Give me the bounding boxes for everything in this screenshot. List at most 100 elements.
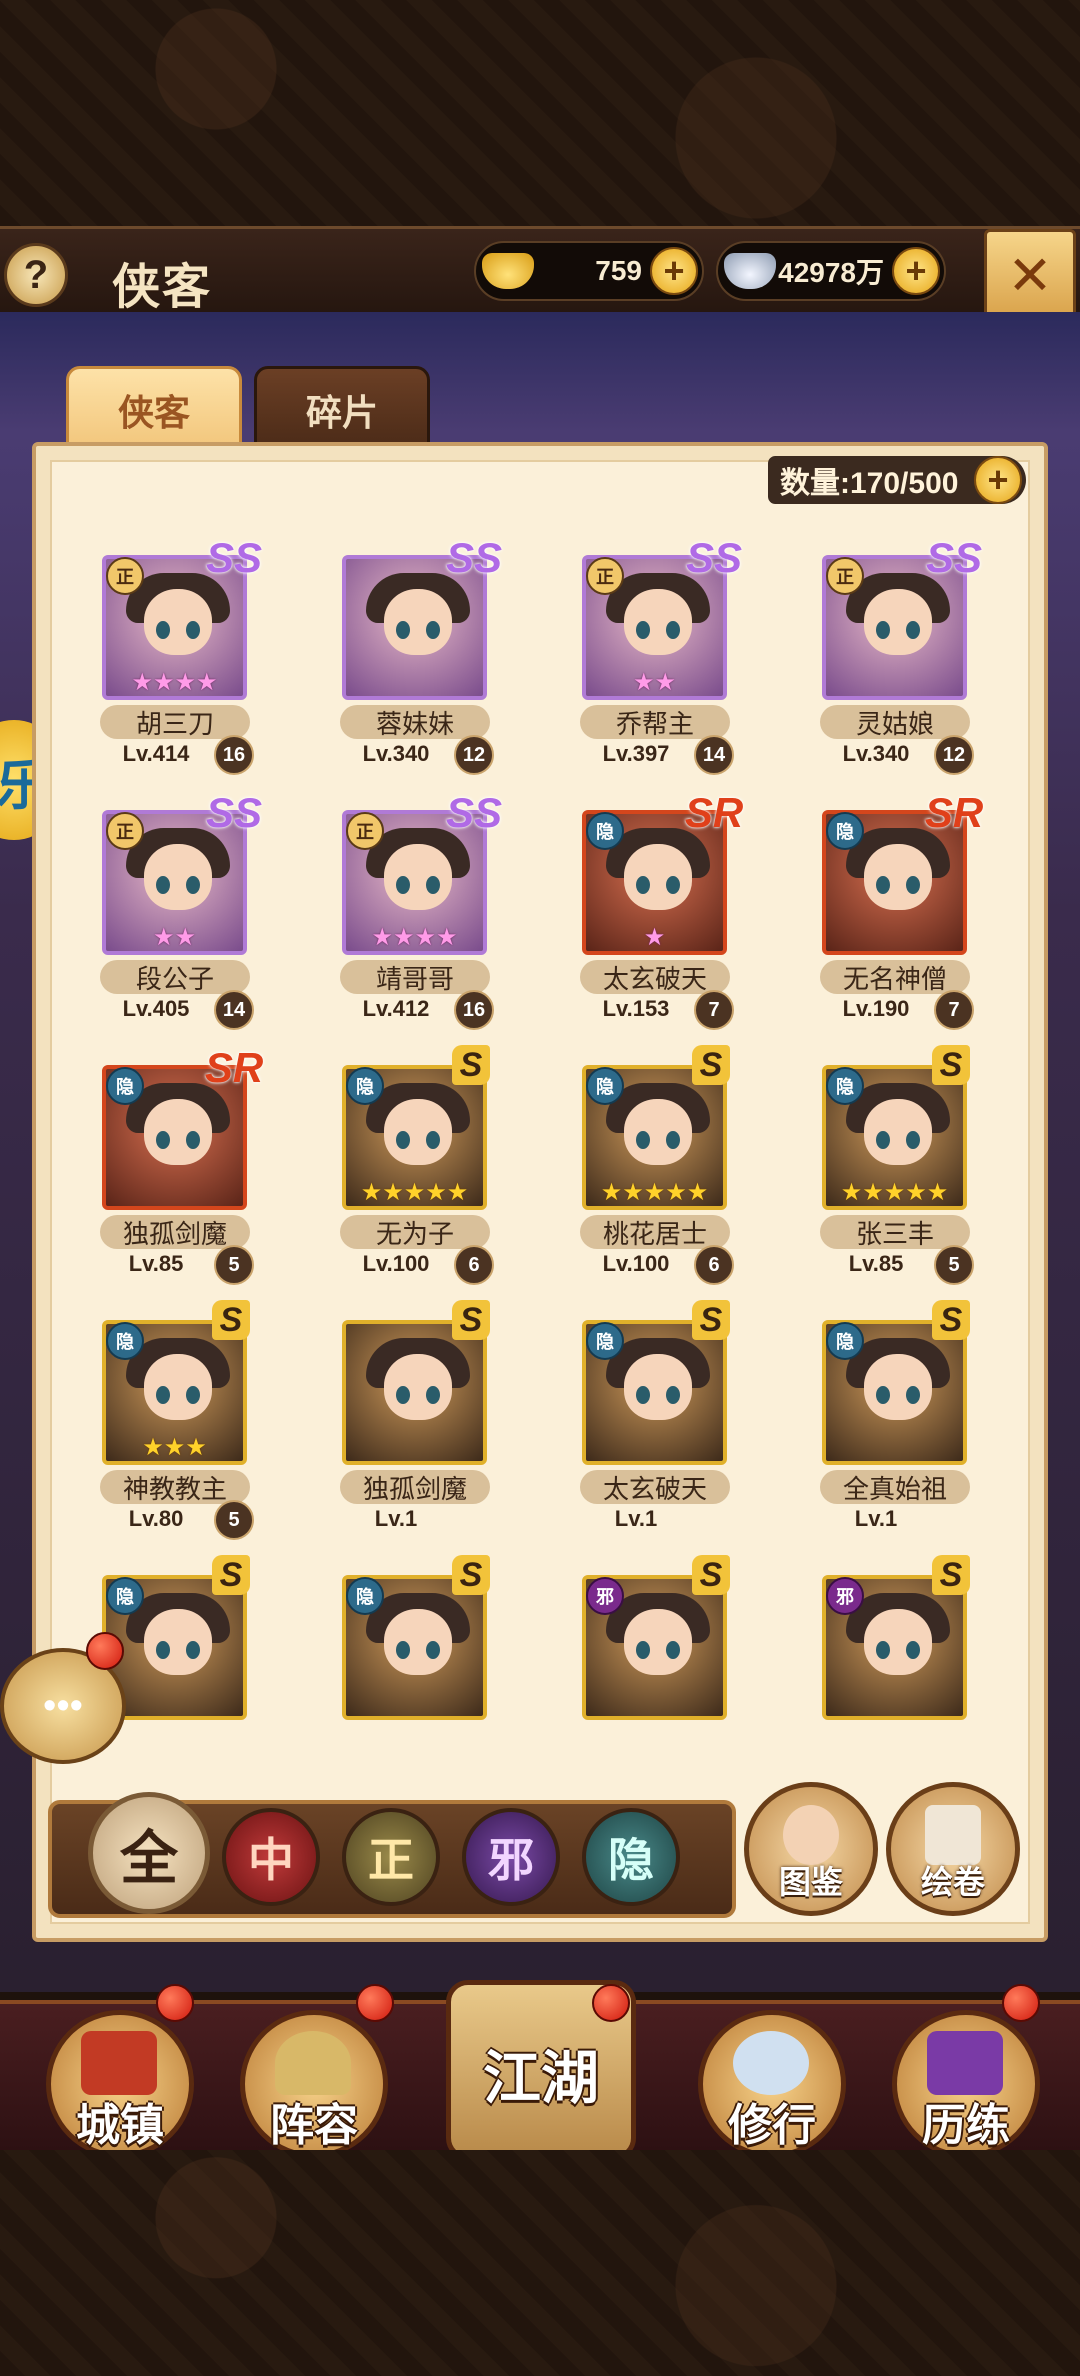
grade-badge: S: [932, 1300, 970, 1340]
portrait-eye: [876, 621, 890, 639]
star-rating: ★★★★★: [360, 1178, 469, 1206]
picture-scroll-button[interactable]: 绘卷: [886, 1782, 1020, 1916]
portrait-eye: [876, 1386, 890, 1404]
hero-card[interactable]: 正 SS 灵姑娘 Lv.340 12: [770, 535, 982, 780]
nav-lineup-button[interactable]: 阵容: [240, 2010, 388, 2158]
gold-ingot-icon: [482, 253, 534, 289]
breakthrough-badge: 16: [214, 735, 254, 775]
atlas-button[interactable]: 图鉴: [744, 1782, 878, 1916]
hero-name: 蓉妹妹: [340, 705, 490, 739]
hero-card[interactable]: 隐 S ★★★★★ 桃花居士 Lv.100 6: [530, 1045, 734, 1290]
grade-badge: SR: [684, 789, 744, 836]
portrait-eye: [156, 1131, 170, 1149]
portrait-eye: [396, 876, 410, 894]
star-rating: ★★★★: [131, 668, 218, 696]
portrait-eye: [876, 876, 890, 894]
portrait-eye: [396, 1386, 410, 1404]
breakthrough-badge: 12: [454, 735, 494, 775]
filter-all-button[interactable]: 全: [88, 1792, 210, 1914]
tab-fragments[interactable]: 碎片: [254, 366, 430, 454]
hero-card[interactable]: 正 SS ★★★★ 靖哥哥 Lv.412 16: [290, 789, 502, 1035]
grade-badge: S: [692, 1045, 730, 1085]
silver-currency: 42978万 +: [716, 241, 946, 301]
portrait-eye: [876, 1641, 890, 1659]
nav-cultivate-label: 修行: [728, 2101, 816, 2150]
hero-card[interactable]: S 独孤剑魔 Lv.1: [290, 1300, 490, 1545]
expand-capacity-button[interactable]: +: [974, 456, 1022, 504]
portrait-eye: [906, 621, 920, 639]
hero-card[interactable]: 隐 SR ★ 太玄破天 Lv.153 7: [530, 789, 743, 1035]
help-button[interactable]: ?: [4, 243, 68, 307]
nav-town-button[interactable]: 城镇: [46, 2010, 194, 2158]
hero-card[interactable]: 正 SS ★★ 段公子 Lv.405 14: [50, 789, 262, 1035]
hero-name: 太玄破天: [580, 1470, 730, 1504]
hero-level: Lv.1: [614, 1506, 658, 1531]
hero-card[interactable]: 正 SS ★★ 乔帮主 Lv.397 14: [530, 535, 742, 780]
hero-card[interactable]: 隐 S ★★★★★ 无为子 Lv.100 6: [290, 1045, 494, 1290]
portrait-face: [144, 1609, 212, 1675]
faction-badge: 邪: [826, 1577, 864, 1615]
grade-badge: S: [692, 1555, 730, 1595]
breakthrough-badge: 5: [214, 1500, 254, 1540]
hero-card[interactable]: 邪S: [770, 1555, 970, 1740]
hero-level: Lv.340: [362, 741, 430, 766]
filter-evil-button[interactable]: 邪: [462, 1808, 560, 1906]
hero-card[interactable]: 隐S: [290, 1555, 490, 1740]
portrait-eye: [906, 1386, 920, 1404]
tab-heroes[interactable]: 侠客: [66, 366, 242, 454]
hero-name: 无名神僧: [820, 960, 970, 994]
hero-card[interactable]: 隐 S 全真始祖 Lv.1: [770, 1300, 970, 1545]
portrait-eye: [666, 876, 680, 894]
star-rating: ★: [643, 923, 666, 951]
hero-card[interactable]: SS 蓉妹妹 Lv.340 12: [290, 535, 502, 780]
portrait-eye: [876, 1131, 890, 1149]
portrait-face: [864, 1609, 932, 1675]
nav-lineup-label: 阵容: [270, 2101, 358, 2150]
nav-training-label: 历练: [922, 2101, 1010, 2150]
add-gold-button[interactable]: +: [650, 247, 698, 295]
hero-card[interactable]: 隐 SR 无名神僧 Lv.190 7: [770, 789, 983, 1035]
portrait-eye: [636, 621, 650, 639]
faction-badge: 正: [826, 557, 864, 595]
nav-training-button[interactable]: 历练: [892, 2010, 1040, 2158]
grade-badge: S: [932, 1555, 970, 1595]
header-bar: ? 侠客 759 + 42978万 + ✕: [0, 226, 1080, 321]
scroll-icon: [733, 2031, 809, 2095]
crossed-swords-close-icon[interactable]: ✕: [984, 229, 1076, 321]
faction-badge: 隐: [346, 1577, 384, 1615]
faction-badge: 正: [586, 557, 624, 595]
hero-card[interactable]: 正 SS ★★★★ 胡三刀 Lv.414 16: [50, 535, 262, 780]
silver-value: 42978万: [778, 257, 884, 288]
hero-card[interactable]: 隐 S 太玄破天 Lv.1: [530, 1300, 730, 1545]
filter-righteous-button[interactable]: 正: [342, 1808, 440, 1906]
faction-badge: 邪: [586, 1577, 624, 1615]
grade-badge: SS: [925, 535, 983, 581]
filter-middle-button[interactable]: 中: [222, 1808, 320, 1906]
add-silver-button[interactable]: +: [892, 247, 940, 295]
filter-hidden-button[interactable]: 隐: [582, 1808, 680, 1906]
silver-ingot-icon: [724, 253, 776, 289]
hero-name: 独孤剑魔: [340, 1470, 490, 1504]
portrait-face: [864, 1099, 932, 1165]
hero-name: 独孤剑魔: [100, 1215, 250, 1249]
hero-card[interactable]: 隐 S ★★★★★ 张三丰 Lv.85 5: [770, 1045, 974, 1290]
faction-badge: 隐: [826, 812, 864, 850]
breakthrough-badge: 14: [694, 735, 734, 775]
breakthrough-badge: 7: [934, 990, 974, 1030]
hero-card[interactable]: 隐 SR 独孤剑魔 Lv.85 5: [50, 1044, 263, 1290]
gold-value: 759: [595, 255, 642, 286]
star-rating: ★★★★: [371, 923, 458, 951]
portrait-eye: [636, 876, 650, 894]
grade-badge: SS: [205, 789, 263, 836]
breakthrough-badge: 5: [934, 1245, 974, 1285]
notification-dot: [356, 1984, 394, 2022]
faction-badge: 隐: [586, 1067, 624, 1105]
portrait-face: [624, 1354, 692, 1420]
nav-cultivate-button[interactable]: 修行: [698, 2010, 846, 2158]
portrait-face: [384, 1354, 452, 1420]
portrait-face: [624, 1609, 692, 1675]
hero-card[interactable]: 邪S: [530, 1555, 730, 1740]
faction-badge: 隐: [106, 1067, 144, 1105]
faction-badge: 隐: [826, 1067, 864, 1105]
hero-card[interactable]: 隐 S ★★★ 神教教主 Lv.80 5: [50, 1300, 254, 1545]
